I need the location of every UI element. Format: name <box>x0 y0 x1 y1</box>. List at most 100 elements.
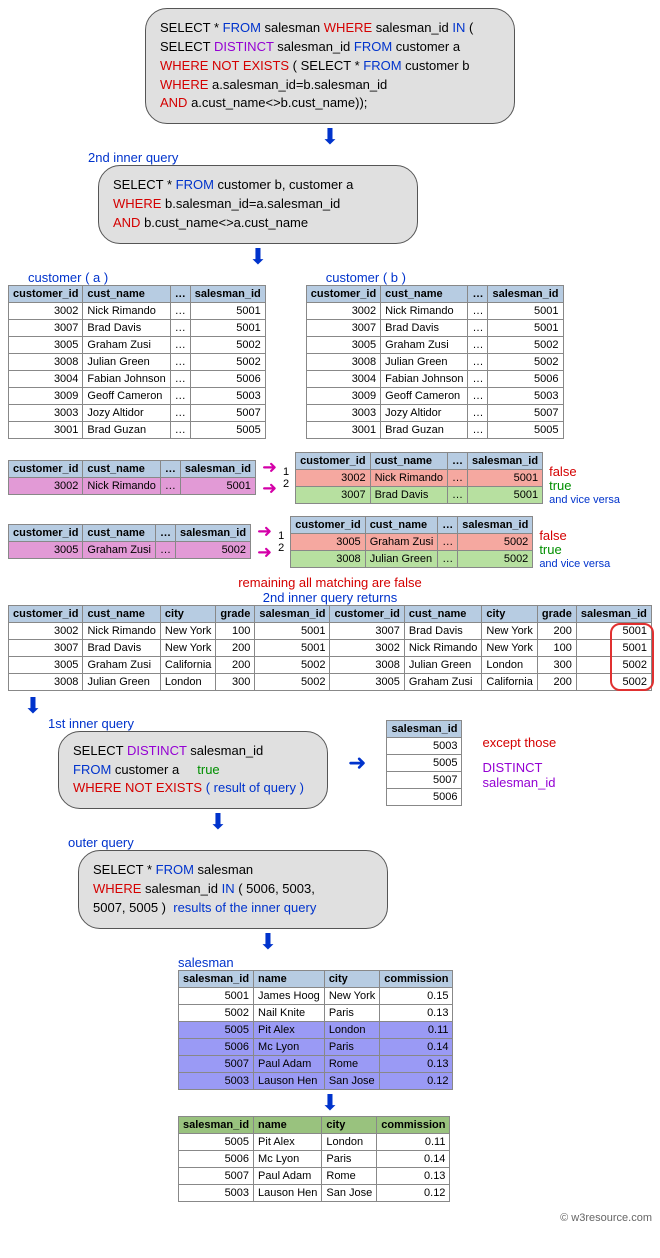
customer-b-table: customer_idcust_name…salesman_id3002Nick… <box>306 285 564 439</box>
arrow-right-icon: ➜ <box>262 457 277 478</box>
table-row: 3002Nick Rimando…5001 <box>9 302 266 319</box>
col-header: city <box>160 605 216 622</box>
col-header: … <box>170 285 190 302</box>
mini-a2-table: customer_idcust_name…salesman_id3005Grah… <box>8 524 251 559</box>
table-row: 3005Graham ZusiCalifornia20050023008Juli… <box>9 656 652 673</box>
table-row: 3002Nick Rimando…5001 <box>306 302 563 319</box>
col-header: city <box>482 605 538 622</box>
table-row: 3007Brad DavisNew York20050013002Nick Ri… <box>9 639 652 656</box>
col-header: … <box>468 285 488 302</box>
col-header: name <box>254 970 325 987</box>
second-inner-result-table: customer_idcust_namecitygradesalesman_id… <box>8 605 652 691</box>
col-header: salesman_id <box>468 452 543 469</box>
sql-text: SELECT <box>160 39 214 54</box>
arrow-down-icon: ⬇ <box>58 813 378 831</box>
table-row: 3007Brad Davis…5001 <box>306 319 563 336</box>
row-index: 1 <box>278 530 284 542</box>
col-header: cust_name <box>370 452 447 469</box>
kw-from: FROM <box>223 20 261 35</box>
col-header: salesman_id <box>176 525 251 542</box>
table-row: 3005Graham Zusi…5002 <box>9 336 266 353</box>
arrow-right-icon: ➜ <box>257 521 272 542</box>
sql-text: SELECT * <box>160 20 223 35</box>
col-header: salesman_id <box>458 516 533 533</box>
col-header: cust_name <box>83 605 160 622</box>
table-row: 5007 <box>387 771 462 788</box>
sql-text: customer b, customer a <box>214 177 353 192</box>
col-header: salesman_id <box>576 605 651 622</box>
table-row: 3008Julian Green…5002 <box>9 353 266 370</box>
table-row: 3001Brad Guzan…5005 <box>9 421 266 438</box>
col-header: cust_name <box>381 285 468 302</box>
table-row: 3009Geoff Cameron…5003 <box>306 387 563 404</box>
footer-credit: © w3resource.com <box>8 1212 652 1224</box>
distinct-sid-label: salesman_id <box>482 775 556 790</box>
col-header: … <box>448 452 468 469</box>
col-header: salesman_id <box>180 461 255 478</box>
table-row: 3008Julian Green…5002 <box>306 353 563 370</box>
kw-and: AND <box>113 215 140 230</box>
table-row: 5003 <box>387 737 462 754</box>
col-header: commission <box>380 970 453 987</box>
col-header: salesman_id <box>387 720 462 737</box>
true-label: true <box>539 543 610 557</box>
table-row: 3004Fabian Johnson…5006 <box>9 370 266 387</box>
table-row: 5003Lauson HenSan Jose0.12 <box>179 1184 450 1201</box>
col-header: … <box>438 516 458 533</box>
row-index: 1 <box>283 466 289 478</box>
sql-text: a.cust_name<>b.cust_name)); <box>187 95 367 110</box>
col-header: name <box>254 1116 322 1133</box>
result-of-query-label: ( result of query ) <box>206 780 304 795</box>
col-header: customer_id <box>296 452 370 469</box>
sql-text: a.salesman_id=b.salesman_id <box>208 77 387 92</box>
col-header: customer_id <box>306 285 380 302</box>
table-row: 5007Paul AdamRome0.13 <box>179 1055 453 1072</box>
final-result-table: salesman_idnamecitycommission5005Pit Ale… <box>178 1116 450 1202</box>
col-header: customer_id <box>9 605 83 622</box>
table-row: 3005Graham Zusi…5002 <box>291 533 533 550</box>
sql-text: ( SELECT * <box>289 58 363 73</box>
mini-b2-table: customer_idcust_name…salesman_id3005Grah… <box>290 516 533 568</box>
table-row: 5006 <box>387 788 462 805</box>
kw-distinct: DISTINCT <box>214 39 274 54</box>
table-row: 3005Graham Zusi…5002 <box>9 542 251 559</box>
arrow-down-icon: ⬇ <box>78 933 458 951</box>
table-row: 3003Jozy Altidor…5007 <box>306 404 563 421</box>
false-label: false <box>549 465 620 479</box>
first-inner-label: 1st inner query <box>48 716 328 731</box>
table-row: 3002Nick Rimando…5001 <box>9 478 256 495</box>
kw-where: WHERE <box>324 20 372 35</box>
arrow-down-icon: ⬇ <box>8 1094 652 1112</box>
kw-where-not-exists: WHERE NOT EXISTS <box>160 58 289 73</box>
table-row: 3008Julian GreenLondon30050023005Graham … <box>9 673 652 690</box>
vice-versa-label: and vice versa <box>539 557 610 571</box>
customer-a-label: customer ( a ) <box>28 270 266 285</box>
table-row: 3002Nick RimandoNew York10050013007Brad … <box>9 622 652 639</box>
second-inner-label: 2nd inner query <box>88 150 652 165</box>
table-row: 3007Brad Davis…5001 <box>9 319 266 336</box>
table-row: 3005Graham Zusi…5002 <box>306 336 563 353</box>
table-row: 5001James HoogNew York0.15 <box>179 987 453 1004</box>
true-label: true <box>549 479 620 493</box>
col-header: customer_id <box>291 516 365 533</box>
table-row: 3002Nick Rimando…5001 <box>296 469 543 486</box>
col-header: cust_name <box>404 605 481 622</box>
kw-where-not-exists: WHERE NOT EXISTS <box>73 780 202 795</box>
table-row: 5005Pit AlexLondon0.11 <box>179 1021 453 1038</box>
col-header: customer_id <box>9 285 83 302</box>
col-header: cust_name <box>83 285 170 302</box>
col-header: salesman_id <box>255 605 330 622</box>
sql-text: SELECT <box>73 743 127 758</box>
col-header: grade <box>216 605 255 622</box>
kw-and: AND <box>160 95 187 110</box>
vice-versa-label: and vice versa <box>549 493 620 507</box>
arrow-down-icon: ⬇ <box>98 248 418 266</box>
col-header: … <box>160 461 180 478</box>
kw-from: FROM <box>73 762 111 777</box>
sql-text: salesman_id <box>141 881 221 896</box>
col-header: salesman_id <box>179 970 254 987</box>
salesman-label: salesman <box>178 955 652 970</box>
col-header: cust_name <box>365 516 438 533</box>
table-row: 3007Brad Davis…5001 <box>296 486 543 503</box>
kw-distinct: DISTINCT <box>127 743 187 758</box>
